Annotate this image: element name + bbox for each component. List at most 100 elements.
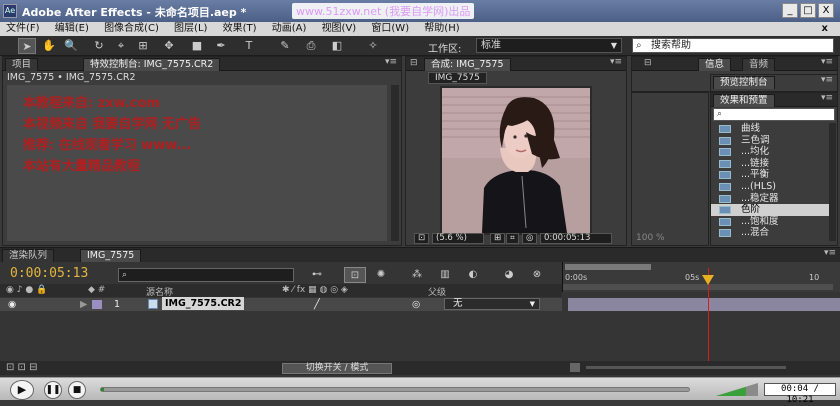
label-color-swatch[interactable] <box>92 300 102 309</box>
brush-tool-icon[interactable]: ✎ <box>276 38 294 54</box>
panel-menu-icon[interactable]: ▾≡ <box>824 248 836 258</box>
menu-animation[interactable]: 动画(A) <box>266 22 313 36</box>
menu-layer[interactable]: 图层(L) <box>168 22 213 36</box>
composition-name-tab[interactable]: IMG_7575 <box>428 72 487 84</box>
menu-effect[interactable]: 效果(T) <box>217 22 263 36</box>
menu-edit[interactable]: 编辑(E) <box>49 22 95 36</box>
effect-item[interactable]: ...混合 <box>711 227 829 239</box>
layer-name[interactable]: IMG_7575.CR2 <box>162 297 245 310</box>
eraser-tool-icon[interactable]: ◧ <box>328 38 346 54</box>
expand-arrow-icon[interactable]: ▶ <box>80 299 87 310</box>
tab-project[interactable]: 项目 <box>5 58 39 71</box>
pan-behind-tool-icon[interactable]: ⊞ <box>134 38 152 54</box>
tab-composition[interactable]: 合成: IMG_7575 <box>424 58 511 71</box>
menu-window[interactable]: 窗口(W) <box>365 22 415 36</box>
parent-pickwhip-icon[interactable]: ◎ <box>412 299 420 310</box>
layer-search-input[interactable]: ⌕ <box>118 268 294 282</box>
vertical-scrollbar[interactable] <box>391 85 399 241</box>
text-tool-icon[interactable]: T <box>240 38 258 54</box>
volume-slider[interactable] <box>716 383 758 397</box>
effect-item[interactable]: 三色调 <box>711 135 829 147</box>
menu-composition[interactable]: 图像合成(C) <box>98 22 165 36</box>
current-timecode[interactable]: 0:00:05:13 <box>10 266 88 281</box>
play-icon[interactable]: ▶ <box>10 380 34 400</box>
tab-render-queue[interactable]: 渲染队列 <box>2 249 55 262</box>
effect-item[interactable]: ...平衡 <box>711 169 829 181</box>
snapshot-icon[interactable]: ◎ <box>522 233 538 244</box>
menu-close-mark[interactable]: x <box>816 22 834 36</box>
effect-item[interactable]: ...稳定器 <box>711 193 829 205</box>
brainstorm-icon[interactable]: ⊗ <box>526 267 548 283</box>
effect-item[interactable]: ...饱和度 <box>711 216 829 228</box>
stop-icon[interactable]: ■ <box>68 381 86 399</box>
tab-preview[interactable]: 预览控制台 <box>713 76 775 89</box>
zoom-out-icon[interactable] <box>570 363 580 372</box>
menu-view[interactable]: 视图(V) <box>316 22 363 36</box>
grid-toggle-icon[interactable]: ⊡ <box>414 233 430 244</box>
panel-menu-icon[interactable]: ▾≡ <box>610 57 622 67</box>
graph-editor-icon[interactable]: ◕ <box>498 267 520 283</box>
effect-item[interactable]: ...链接 <box>711 158 829 170</box>
zoom-select[interactable]: (5.6 %) <box>432 233 484 244</box>
toggle-panes-icon[interactable]: ⊡ ⊡ ⊟ <box>6 362 38 373</box>
pen-tool-icon[interactable]: ✒ <box>212 38 230 54</box>
minimize-button[interactable]: _ <box>782 3 798 18</box>
mask-icon[interactable]: ⌗ <box>506 233 519 244</box>
composition-mini-flowchart-icon[interactable]: ⊷ <box>306 267 328 283</box>
rectangle-tool-icon[interactable]: ■ <box>188 38 206 54</box>
lock-icon[interactable]: ⊟ <box>410 58 418 68</box>
effect-item-selected[interactable]: 色阶 <box>711 204 829 216</box>
zoom-tool-icon[interactable]: 🔍 <box>62 38 80 54</box>
comp-timecode[interactable]: 0:00:05:13 <box>540 233 612 244</box>
tab-effects-presets[interactable]: 效果和预置 <box>713 94 775 107</box>
menu-help[interactable]: 帮助(H) <box>418 22 465 36</box>
motion-blur-icon[interactable]: ◐ <box>462 267 484 283</box>
timeline-zoom-slider[interactable] <box>586 366 786 369</box>
toggle-switches-modes-button[interactable]: 切换开关 / 模式 <box>282 363 392 374</box>
seek-bar[interactable] <box>100 387 690 392</box>
tab-info[interactable]: 信息 <box>698 58 732 71</box>
effect-icon <box>719 229 731 238</box>
effect-item[interactable]: ...均化 <box>711 146 829 158</box>
safe-zone-icon[interactable]: ⊞ <box>490 233 506 244</box>
workspace-select[interactable]: 标准 ▼ <box>476 38 622 53</box>
time-ruler[interactable]: 0:00s 05s 10 <box>562 262 840 292</box>
panel-menu-icon[interactable]: ▾≡ <box>385 57 397 67</box>
work-area-bar[interactable] <box>565 264 651 270</box>
pause-icon[interactable]: ❚❚ <box>44 381 62 399</box>
hide-shy-layers-icon[interactable]: ⁂ <box>406 267 428 283</box>
effect-item[interactable]: ...(HLS) <box>711 181 829 193</box>
menu-file[interactable]: 文件(F) <box>0 22 46 36</box>
lock-icon[interactable]: ⊟ <box>644 58 652 68</box>
panel-menu-icon[interactable]: ▾≡ <box>821 93 833 103</box>
puppet-tool-icon[interactable]: ✧ <box>364 38 382 54</box>
panel-menu-icon[interactable]: ▾≡ <box>821 75 833 85</box>
pan-tool-icon[interactable]: ✥ <box>160 38 178 54</box>
effects-search-input[interactable]: ⌕ <box>713 108 835 121</box>
close-button[interactable]: X <box>818 3 834 18</box>
clone-stamp-tool-icon[interactable]: ⎙ <box>302 38 320 54</box>
tab-audio[interactable]: 音频 <box>742 58 776 71</box>
rotate-tool-icon[interactable]: ↻ <box>90 38 108 54</box>
visibility-eye-icon[interactable]: ◉ <box>8 299 16 310</box>
layer-row[interactable]: ◉ ▶ 1 IMG_7575.CR2 ╱ ◎ 无 ▼ <box>0 297 562 311</box>
selection-tool-icon[interactable]: ➤ <box>18 38 36 54</box>
watermark: www.51zxw.net (我要自学网)出品 <box>292 3 475 19</box>
work-area-range[interactable] <box>563 284 833 290</box>
parent-header[interactable]: 父级 <box>428 285 446 298</box>
frame-blending-icon[interactable]: ▥ <box>434 267 456 283</box>
effect-item[interactable]: 曲线 <box>711 123 829 135</box>
parent-select[interactable]: 无 ▼ <box>444 298 540 310</box>
live-update-icon[interactable]: ⊡ <box>344 267 366 283</box>
tab-effect-controls[interactable]: 特效控制台: IMG_7575.CR2 <box>83 58 221 71</box>
maximize-button[interactable]: □ <box>800 3 816 18</box>
vertical-scrollbar[interactable] <box>829 123 836 241</box>
quality-switch-icon[interactable]: ╱ <box>314 299 320 310</box>
tab-timeline-comp[interactable]: IMG_7575 <box>80 249 142 262</box>
help-search-input[interactable]: ⌕ 搜索帮助 <box>632 38 834 53</box>
draft-3d-icon[interactable]: ✺ <box>370 267 392 283</box>
panel-menu-icon[interactable]: ▾≡ <box>821 57 833 67</box>
camera-tool-icon[interactable]: ⌖ <box>112 38 130 54</box>
layer-duration-bar[interactable] <box>568 298 840 311</box>
hand-tool-icon[interactable]: ✋ <box>40 38 58 54</box>
